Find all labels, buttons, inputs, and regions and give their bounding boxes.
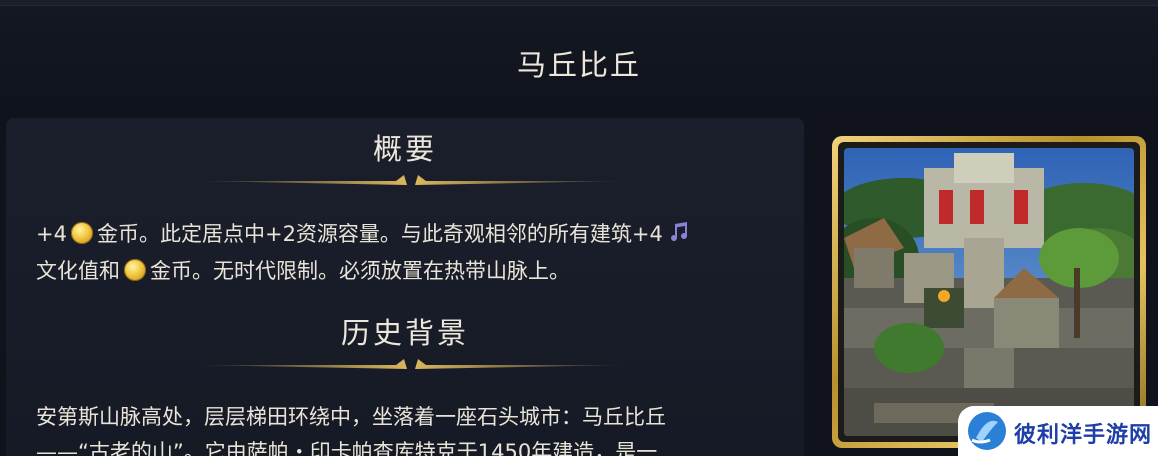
site-logo-icon [968, 412, 1006, 450]
overview-title: 概要 [372, 132, 437, 166]
overview-divider [191, 175, 631, 185]
watermark-text: 彼利洋手游网 [1014, 423, 1153, 448]
history-line-2: ——“古老的山”。它由萨帕・印卡帕查库特克于1450年建造，是一 [36, 440, 658, 456]
gold-coin-icon [70, 222, 93, 244]
watermark: 彼利洋手游网 [958, 406, 1158, 456]
wonder-header: 马丘比丘 [0, 6, 1158, 106]
overview-line-2: 文化值和 金币。无时代限制。必须放置在热带山脉上。 [36, 259, 570, 283]
history-line-1: 安第斯山脉高处，层层梯田环绕中，坐落着一座石头城市：马丘比丘 [36, 405, 666, 429]
overview-line-1: +4 金币。此定居点中+2资源容量。与此奇观相邻的所有建筑+4 [36, 218, 796, 251]
info-panel[interactable]: 概要 +4 金币。此定居点中+2资源容量。与此奇观相邻的所有建筑+4 文化值和 金币… [6, 118, 804, 456]
gold-coin-icon [124, 259, 146, 281]
machu-picchu-image [829, 148, 1154, 436]
wonder-image-frame [829, 136, 1154, 448]
wonder-title: 马丘比丘 [516, 48, 641, 82]
culture-note-icon [670, 222, 687, 242]
history-title: 历史背景 [340, 316, 469, 350]
history-divider [191, 359, 631, 369]
